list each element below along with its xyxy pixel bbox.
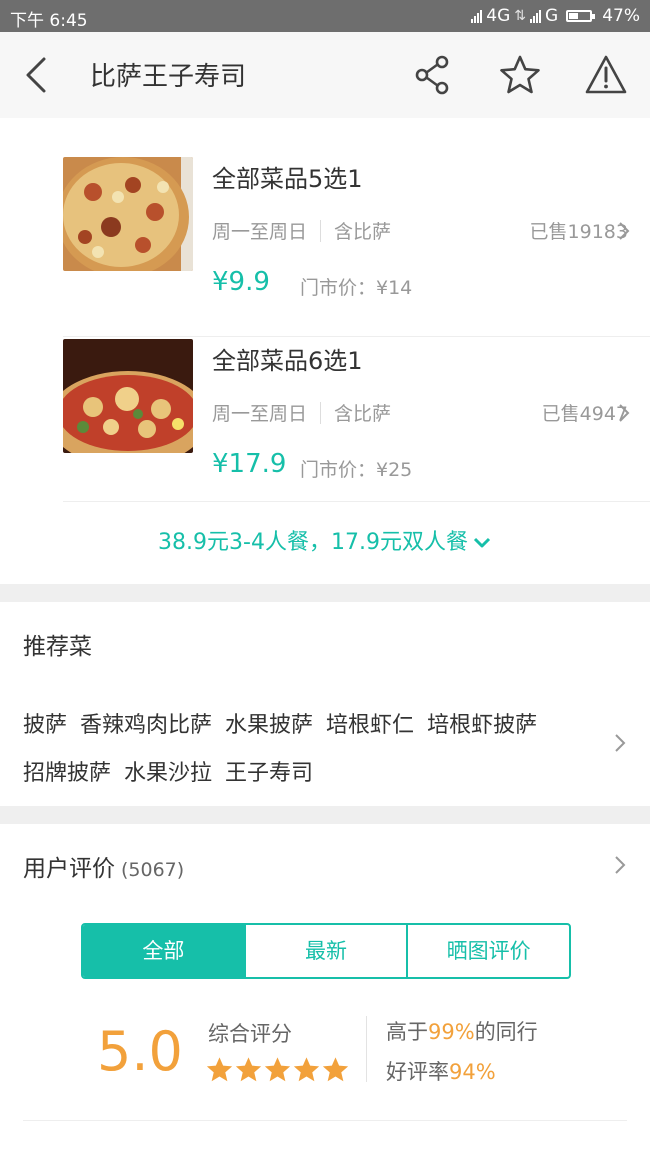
dish-name: 招牌披萨 (23, 761, 112, 786)
signal-icon-2 (530, 9, 542, 23)
divider (63, 336, 650, 337)
status-time: 下午 6:45 (10, 11, 88, 31)
star-filled-icon (264, 1057, 291, 1082)
battery-percent: 47% (602, 6, 640, 26)
meta-divider (320, 219, 322, 242)
nav-bar: 比萨王子寿司 (0, 32, 650, 118)
deal-original-price: 门市价：¥14 (300, 277, 413, 299)
recommend-title: 推荐菜 (23, 634, 92, 660)
divider (23, 1120, 627, 1121)
deal-tag: 含比萨 (334, 403, 392, 425)
section-gap (0, 806, 650, 824)
chevron-right-icon[interactable] (614, 733, 626, 753)
back-arrow-icon[interactable] (14, 53, 58, 97)
deal-sold: 已售19183 (529, 221, 628, 243)
battery-icon (566, 10, 596, 22)
page-title: 比萨王子寿司 (90, 62, 247, 92)
dish-name: 水果沙拉 (124, 761, 213, 786)
deal-sold: 已售4947 (541, 403, 628, 425)
deal-original-price: 门市价：¥25 (300, 459, 413, 481)
deal-item[interactable]: 全部菜品6选1 周一至周日 含比萨 已售4947 ¥17.9 门市价：¥25 (63, 339, 650, 502)
status-icons: 4G ⇅ G 47% (471, 6, 640, 26)
more-deals-link[interactable]: 38.9元3-4人餐，17.9元双人餐 (0, 524, 650, 556)
reviews-header[interactable]: 用户评价 (5067) (23, 849, 184, 883)
stat-value: 99% (428, 1020, 475, 1044)
deal-price: ¥9.9 (212, 267, 270, 297)
data-transfer-icon: ⇅ (514, 8, 527, 24)
share-icon[interactable] (411, 53, 455, 97)
rating-stars (206, 1056, 349, 1082)
deal-tag: 含比萨 (334, 221, 392, 243)
warning-icon[interactable] (584, 53, 628, 97)
more-deals-label: 38.9元3-4人餐，17.9元双人餐 (158, 530, 468, 555)
stat-label: 好评率 (386, 1060, 449, 1084)
star-icon[interactable] (498, 53, 542, 97)
meta-divider (320, 401, 322, 424)
reviews-count: (5067) (121, 859, 185, 881)
star-filled-icon (235, 1057, 262, 1082)
dish-name: 王子寿司 (225, 761, 314, 786)
deal-meta: 周一至周日 含比萨 (212, 399, 391, 426)
tab-all[interactable]: 全部 (83, 925, 244, 977)
deal-meta: 周一至周日 含比萨 (212, 217, 391, 244)
deal-days: 周一至周日 (212, 403, 308, 425)
status-bar: 下午 6:45 4G ⇅ G 47% (0, 0, 650, 32)
recommend-dishes[interactable]: 披萨 香辣鸡肉比萨 水果披萨 培根虾仁 培根虾披萨招牌披萨 水果沙拉 王子寿司 (23, 702, 583, 798)
network-label-2: G (545, 6, 559, 26)
dish-name: 香辣鸡肉比萨 (80, 713, 213, 738)
chevron-down-icon (473, 537, 491, 548)
reviews-title: 用户评价 (23, 856, 115, 882)
stat-value: 94% (449, 1060, 496, 1084)
network-label-1: 4G (486, 6, 511, 26)
dish-name: 水果披萨 (225, 713, 314, 738)
chevron-right-icon (619, 404, 630, 422)
deal-title: 全部菜品6选1 (212, 347, 363, 375)
beat-peers-stat: 高于99%的同行 (386, 1016, 538, 1046)
pizza-image (63, 157, 193, 271)
star-filled-icon (206, 1057, 233, 1082)
section-gap (0, 584, 650, 602)
deal-price: ¥17.9 (212, 449, 287, 479)
deal-item[interactable]: 全部菜品5选1 周一至周日 含比萨 已售19183 ¥9.9 门市价：¥14 (63, 157, 650, 337)
score-label: 综合评分 (208, 1022, 292, 1046)
signal-icon (471, 9, 483, 23)
divider (366, 1016, 367, 1082)
star-filled-icon (322, 1057, 349, 1082)
review-tabs: 全部 最新 晒图评价 (81, 923, 571, 979)
stat-label: 高于 (386, 1020, 428, 1044)
divider (63, 501, 650, 502)
deal-title: 全部菜品5选1 (212, 165, 363, 193)
tab-latest[interactable]: 最新 (243, 925, 407, 977)
star-filled-icon (293, 1057, 320, 1082)
good-rate-stat: 好评率94% (386, 1056, 496, 1086)
dish-name: 培根虾披萨 (427, 713, 538, 738)
dish-name: 培根虾仁 (326, 713, 415, 738)
tab-photo-reviews[interactable]: 晒图评价 (406, 925, 569, 977)
chevron-right-icon (619, 222, 630, 240)
chevron-right-icon[interactable] (614, 855, 626, 875)
stat-label: 的同行 (474, 1020, 538, 1044)
pizza-image (63, 339, 193, 453)
deal-days: 周一至周日 (212, 221, 308, 243)
overall-score: 5.0 (97, 1020, 183, 1083)
dish-name: 披萨 (23, 713, 68, 738)
